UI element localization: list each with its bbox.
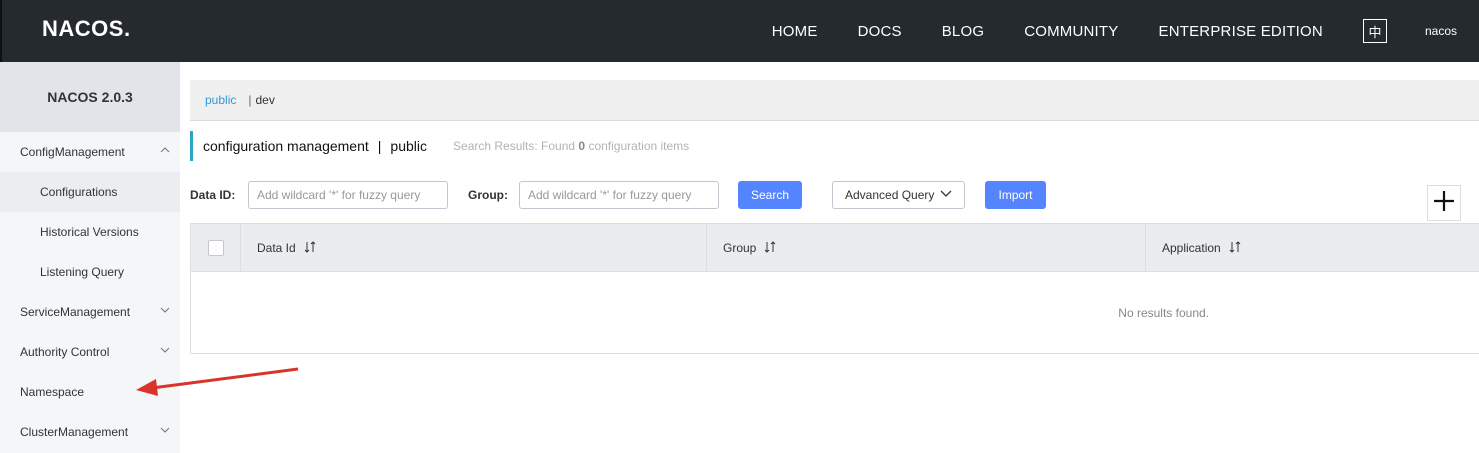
search-results-summary: Search Results: Found 0 configuration it… xyxy=(453,139,689,153)
results-count: 0 xyxy=(578,139,586,153)
sort-icon[interactable] xyxy=(304,240,316,256)
title-namespace: public xyxy=(390,138,428,154)
sidebar-item-label: Namespace xyxy=(20,385,85,399)
results-suffix: configuration items xyxy=(588,139,690,153)
advanced-query-label: Advanced Query xyxy=(845,188,935,202)
search-button[interactable]: Search xyxy=(738,181,802,209)
nacos-logo[interactable]: NACOS. xyxy=(42,14,131,44)
select-all-checkbox[interactable] xyxy=(207,240,224,256)
sidebar-item-label: Authority Control xyxy=(20,345,110,359)
plus-icon xyxy=(1433,190,1455,217)
language-toggle-button[interactable]: 中 xyxy=(1362,19,1387,43)
sidebar-sub-historical-versions[interactable]: Historical Versions xyxy=(0,212,180,252)
nav-community[interactable]: COMMUNITY xyxy=(1024,23,1118,40)
sidebar-title: NACOS 2.0.3 xyxy=(0,62,180,132)
chevron-down-icon xyxy=(160,425,170,435)
select-all-cell xyxy=(191,224,241,272)
sidebar-item-namespace[interactable]: Namespace xyxy=(0,372,180,412)
filter-row: Data ID: Add wildcard '*' for fuzzy quer… xyxy=(190,181,1479,209)
table-header: Data Id Group Application xyxy=(191,224,1479,272)
column-header-group[interactable]: Group xyxy=(707,224,1146,272)
namespace-public-link[interactable]: public xyxy=(205,93,236,107)
sidebar-sub-configurations[interactable]: Configurations xyxy=(0,172,180,212)
sidebar: NACOS 2.0.3 ConfigManagement Configurati… xyxy=(0,62,180,453)
sidebar-sub-listening-query[interactable]: Listening Query xyxy=(0,252,180,292)
results-prefix: Search Results: Found xyxy=(453,139,576,153)
chevron-down-icon xyxy=(160,305,170,315)
namespace-bar: public | dev xyxy=(190,80,1479,121)
page-title: configuration management xyxy=(203,138,369,154)
logo-text: NACOS. xyxy=(42,16,131,41)
page-title-row: configuration management | public Search… xyxy=(190,131,689,161)
nav-home[interactable]: HOME xyxy=(772,23,818,40)
sidebar-item-service-management[interactable]: ServiceManagement xyxy=(0,292,180,332)
data-id-input[interactable]: Add wildcard '*' for fuzzy query xyxy=(248,181,448,209)
group-input[interactable]: Add wildcard '*' for fuzzy query xyxy=(519,181,719,209)
config-table: Data Id Group Application No results fou… xyxy=(190,223,1479,354)
sidebar-item-config-management[interactable]: ConfigManagement xyxy=(0,132,180,172)
sidebar-item-label: ClusterManagement xyxy=(20,425,129,439)
nav-docs[interactable]: DOCS xyxy=(858,23,902,40)
namespace-separator: | xyxy=(248,93,252,107)
advanced-query-button[interactable]: Advanced Query xyxy=(832,181,965,209)
title-separator: | xyxy=(377,138,382,154)
column-header-data-id[interactable]: Data Id xyxy=(241,224,707,272)
sidebar-item-label: ConfigManagement xyxy=(20,145,125,159)
column-label: Application xyxy=(1162,241,1221,255)
data-id-label: Data ID: xyxy=(190,188,236,202)
top-navbar: NACOS. HOME DOCS BLOG COMMUNITY ENTERPRI… xyxy=(0,0,1479,62)
sort-icon[interactable] xyxy=(764,240,776,256)
sidebar-item-cluster-management[interactable]: ClusterManagement xyxy=(0,412,180,452)
empty-state: No results found. xyxy=(1118,306,1209,320)
column-label: Data Id xyxy=(257,241,296,255)
column-header-application[interactable]: Application xyxy=(1146,224,1479,272)
sidebar-item-authority-control[interactable]: Authority Control xyxy=(0,332,180,372)
nav-enterprise-edition[interactable]: ENTERPRISE EDITION xyxy=(1159,23,1323,40)
column-label: Group xyxy=(723,241,757,255)
sort-icon[interactable] xyxy=(1229,240,1241,256)
top-nav: HOME DOCS BLOG COMMUNITY ENTERPRISE EDIT… xyxy=(772,0,1479,62)
import-button[interactable]: Import xyxy=(985,181,1046,209)
user-name[interactable]: nacos xyxy=(1425,24,1457,38)
group-label: Group: xyxy=(468,188,508,202)
add-config-button[interactable] xyxy=(1427,185,1461,221)
chevron-up-icon xyxy=(160,145,170,155)
namespace-dev-link[interactable]: dev xyxy=(255,93,274,107)
chevron-down-icon xyxy=(940,190,952,201)
nav-blog[interactable]: BLOG xyxy=(942,23,984,40)
sidebar-item-label: ServiceManagement xyxy=(20,305,131,319)
chevron-down-icon xyxy=(160,345,170,355)
